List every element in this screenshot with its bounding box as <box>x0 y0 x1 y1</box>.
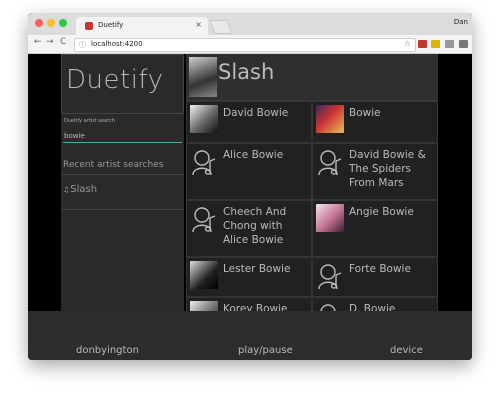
artist-result[interactable]: D. Bowie <box>312 297 438 312</box>
artist-photo <box>190 105 218 133</box>
minimize-window-button[interactable] <box>47 19 55 27</box>
logo-box: Duetify <box>61 54 184 114</box>
url-field[interactable]: ⓘ localhost:4200 ☆ <box>74 38 416 52</box>
artist-result[interactable]: Bowie <box>312 101 438 143</box>
artist-photo <box>190 261 218 289</box>
player-bar: donbyington play/pause device <box>28 311 472 360</box>
artist-result-name: Lester Bowie <box>223 263 291 275</box>
tab-title: Duetify <box>98 21 124 29</box>
back-arrow-icon[interactable]: ← <box>34 37 42 47</box>
artist-result[interactable]: David Bowie & The Spiders From Mars <box>312 143 438 200</box>
address-bar: ← → C ⓘ localhost:4200 ☆ <box>28 35 472 54</box>
sidebar: Duetify Duetify artist search Recent art… <box>61 54 184 312</box>
app-content: Duetify Duetify artist search Recent art… <box>28 54 472 360</box>
device-button[interactable]: device <box>390 345 423 356</box>
recent-search-item[interactable]: ♫Slash <box>63 184 97 195</box>
artist-result[interactable]: Cheech And Chong with Alice Bowie <box>186 200 312 257</box>
recent-searches-title: Recent artist searches <box>63 160 164 170</box>
artist-result[interactable]: Korey Bowie <box>186 297 312 312</box>
artist-result-name: Forte Bowie <box>349 263 411 275</box>
artist-result-name: Bowie <box>349 107 381 119</box>
profile-name[interactable]: Dan <box>454 18 468 26</box>
artist-result[interactable]: Lester Bowie <box>186 257 312 297</box>
artist-result[interactable]: Angie Bowie <box>312 200 438 257</box>
artist-photo <box>316 105 344 133</box>
extension-icon[interactable] <box>445 40 454 48</box>
browser-tab[interactable]: Duetify × <box>76 17 208 35</box>
tab-close-icon[interactable]: × <box>195 20 202 29</box>
artist-placeholder-icon <box>192 150 216 176</box>
forward-arrow-icon[interactable]: → <box>46 37 54 47</box>
artist-result-name: David Bowie <box>223 107 289 119</box>
results-panel: Slash David Bowie Bowie Alice Bowie David B… <box>186 54 438 312</box>
app-logo: Duetify <box>66 65 164 95</box>
artist-result-name: Angie Bowie <box>349 206 414 218</box>
artist-result[interactable]: Forte Bowie <box>312 257 438 297</box>
artist-photo <box>316 204 344 232</box>
browser-window: Duetify × Dan ← → C ⓘ localhost:4200 ☆ D… <box>28 13 472 360</box>
play-pause-button[interactable]: play/pause <box>238 345 293 356</box>
artist-result-name: David Bowie & The Spiders From Mars <box>349 149 426 189</box>
extension-icon[interactable] <box>431 40 440 48</box>
divider <box>61 209 184 210</box>
extension-icon[interactable] <box>418 40 427 48</box>
artist-photo <box>189 57 217 97</box>
close-window-button[interactable] <box>35 19 43 27</box>
artist-result-name: Alice Bowie <box>223 149 284 161</box>
title-bar: Duetify × Dan <box>28 13 472 35</box>
favicon-icon <box>85 22 93 30</box>
artist-result-name: Cheech And Chong with Alice Bowie <box>223 206 287 246</box>
artist-placeholder-icon <box>192 207 216 233</box>
selected-artist[interactable]: Slash <box>186 54 438 101</box>
artist-placeholder-icon <box>318 264 342 290</box>
url-text[interactable]: localhost:4200 <box>91 40 143 48</box>
search-label: Duetify artist search <box>64 118 115 124</box>
zoom-window-button[interactable] <box>59 19 67 27</box>
reload-icon[interactable]: C <box>60 37 66 47</box>
artist-result[interactable]: David Bowie <box>186 101 312 143</box>
artist-icon: ♫ <box>63 186 70 194</box>
artist-placeholder-icon <box>318 150 342 176</box>
info-icon[interactable]: ⓘ <box>79 40 86 50</box>
bookmark-star-icon[interactable]: ☆ <box>404 39 411 48</box>
divider <box>61 174 184 175</box>
menu-icon[interactable] <box>459 40 468 48</box>
user-name[interactable]: donbyington <box>76 345 139 356</box>
selected-artist-name: Slash <box>218 60 275 84</box>
artist-result[interactable]: Alice Bowie <box>186 143 312 200</box>
recent-search-label: Slash <box>70 184 98 195</box>
new-tab-button[interactable] <box>209 20 233 34</box>
artist-search-input[interactable] <box>63 129 182 143</box>
